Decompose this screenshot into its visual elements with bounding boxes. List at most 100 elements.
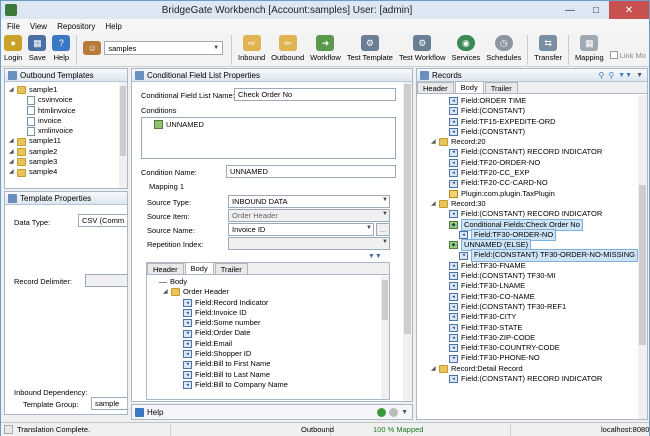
conditions-list[interactable]: UNNAMED [141, 117, 396, 159]
test-template-button[interactable]: ⚙ Test Template [344, 33, 396, 67]
tree-node[interactable]: htmlinvoice [9, 106, 127, 116]
tree-node[interactable]: ◂ Field:TF30-CO-NAME [421, 292, 647, 302]
tree-node[interactable]: ◂ Field:ORDER TIME [421, 96, 647, 106]
zoom-icon[interactable]: ⚲ [608, 71, 614, 80]
tab-header[interactable]: Header [147, 263, 184, 274]
tree-node[interactable]: Plugin:com.plugin.TaxPlugin [421, 189, 647, 199]
expand-toggle-icon[interactable]: ◢ [163, 287, 169, 297]
tree-node[interactable]: ◂ Field:TF30-FNAME [421, 261, 647, 271]
tree-node[interactable]: ◢ sample1 [9, 85, 127, 95]
tree-node[interactable]: ◂ Field:Some number [151, 318, 389, 328]
forward-icon[interactable] [389, 407, 399, 417]
tree-node[interactable]: ◢ Record:20 [421, 137, 647, 147]
menu-repository[interactable]: Repository [57, 22, 95, 31]
tree-node[interactable]: ◂ Field:Record Indicator [151, 298, 389, 308]
tree-node[interactable]: ◂ Field:Bill to First Name [151, 359, 389, 369]
tab-trailer[interactable]: Trailer [214, 263, 248, 274]
tree-node[interactable]: xmlinvoice [9, 126, 127, 136]
source-name-browse-button[interactable]: … [376, 223, 390, 236]
tree-node[interactable]: ◂ Field:Shopper ID [151, 349, 389, 359]
tree-node[interactable]: ◂ Field:(CONSTANT) TF30-REF1 [421, 302, 647, 312]
source-name-select[interactable]: Invoice ID ▼ [228, 223, 374, 236]
tree-node[interactable]: ◂ Field:TF30-STATE [421, 323, 647, 333]
expand-toggle-icon[interactable]: ◢ [431, 199, 437, 209]
tree-node[interactable]: csvinvoice [9, 95, 127, 105]
scrollbar[interactable] [403, 82, 412, 401]
tree-node[interactable]: ◂ Field:Order Date [151, 328, 389, 338]
tree-node[interactable]: ◢ Record:Detail Record [421, 364, 647, 374]
link-mode-checkbox[interactable]: Link Mo [607, 33, 649, 67]
tree-node[interactable]: ◢ Order Header [151, 287, 389, 297]
scrollbar[interactable] [119, 82, 127, 188]
cfl-name-input[interactable]: Check Order No [234, 88, 396, 101]
source-item-select[interactable]: Order Header ▼ [228, 209, 390, 222]
save-button[interactable]: ▦ Save [25, 33, 49, 67]
close-button[interactable]: ✕ [609, 1, 649, 19]
expand-all-icon[interactable]: ▼▼ [618, 72, 632, 79]
tree-node[interactable]: ◂ Field:TF20-CC-CARD-NO [421, 178, 647, 188]
back-icon[interactable] [377, 407, 387, 417]
menu-file[interactable]: File [7, 22, 20, 31]
condition-name-input[interactable]: UNNAMED [226, 165, 396, 178]
tree-node[interactable]: ◂ Field:(CONSTANT) [421, 127, 647, 137]
schedules-button[interactable]: ◷ Schedules [483, 33, 524, 67]
condition-item[interactable]: UNNAMED [154, 120, 204, 129]
tree-node[interactable]: ◂ Field:Bill to Last Name [151, 370, 389, 380]
tab-body[interactable]: Body [184, 262, 214, 274]
source-type-select[interactable]: INBOUND DATA ▼ [228, 195, 390, 208]
transfer-button[interactable]: ⇆ Transfer [531, 33, 565, 67]
tree-node[interactable]: ◂ Field:TF30-ZIP-CODE [421, 333, 647, 343]
menu-view[interactable]: View [30, 22, 47, 31]
dropdown-icon[interactable]: ▼ [636, 72, 643, 79]
tree-node[interactable]: ◂ Field:TF30-CITY [421, 312, 647, 322]
tree-node[interactable]: ◂ Field:TF30-COUNTRY-CODE [421, 343, 647, 353]
tree-node[interactable]: ◂ Field:(CONSTANT) TF30-MI [421, 271, 647, 281]
maximize-button[interactable]: □ [583, 1, 609, 19]
login-button[interactable]: ● Login [1, 33, 25, 67]
outbound-button[interactable]: ⇦ Outbound [268, 33, 307, 67]
scrollbar[interactable] [381, 276, 389, 399]
mapping-button[interactable]: ▦ Mapping [572, 33, 607, 67]
tree-node[interactable]: ◂ Field:(CONSTANT) RECORD INDICATOR [421, 147, 647, 157]
tree-node[interactable]: ◢ sample3 [9, 157, 127, 167]
tree-node[interactable]: ◢ sample2 [9, 147, 127, 157]
workflow-button[interactable]: ➜ Workflow [307, 33, 344, 67]
tree-node[interactable]: ◂ Field:Bill to Company Name [151, 380, 389, 390]
expand-toggle-icon[interactable]: ◢ [9, 85, 15, 95]
tree-node[interactable]: ◂ Field:(CONSTANT) TF30-ORDER-NO-MISSING [421, 249, 647, 262]
tree-node[interactable]: ◢ sample11 [9, 136, 127, 146]
tab-body[interactable]: Body [454, 81, 484, 93]
expand-toggle-icon[interactable]: ◢ [9, 147, 15, 157]
menu-icon[interactable]: ▼ [401, 409, 408, 416]
inbound-button[interactable]: ⇨ Inbound [235, 33, 268, 67]
tab-header[interactable]: Header [417, 82, 454, 93]
scrollbar-thumb[interactable] [382, 280, 388, 320]
record-delimiter-input[interactable] [85, 274, 127, 287]
expand-toggle-icon[interactable]: ◢ [9, 157, 15, 167]
tab-trailer[interactable]: Trailer [484, 82, 518, 93]
expand-toggle-icon[interactable]: ◢ [431, 364, 437, 374]
tree-node[interactable]: ◂ Field:TF20-CC_EXP [421, 168, 647, 178]
tree-node[interactable]: ◂ Field:TF30-PHONE-NO [421, 353, 647, 363]
tree-node[interactable]: ◢ sample4 [9, 167, 127, 177]
tree-node[interactable]: ◂ Field:(CONSTANT) RECORD INDICATOR [421, 374, 647, 384]
tree-node[interactable]: invoice [9, 116, 127, 126]
expand-toggle-icon[interactable]: ◢ [9, 167, 15, 177]
tree-node[interactable]: Body [151, 277, 389, 287]
test-workflow-button[interactable]: ⚙ Test Workflow [396, 33, 449, 67]
scrollbar-thumb[interactable] [120, 86, 126, 156]
services-button[interactable]: ◉ Services [449, 33, 484, 67]
expand-toggle-icon[interactable]: ◢ [9, 136, 15, 146]
tree-node[interactable]: ◢ Record:30 [421, 199, 647, 209]
help-button[interactable]: ? Help [49, 33, 73, 67]
search-icon[interactable]: ⚲ [598, 71, 604, 80]
minimize-button[interactable]: — [557, 1, 583, 19]
tree-node[interactable]: ◂ Field:(CONSTANT) [421, 106, 647, 116]
menu-help[interactable]: Help [105, 22, 121, 31]
data-type-select[interactable]: CSV (Comm [78, 214, 127, 227]
scrollbar-thumb[interactable] [404, 84, 411, 334]
scrollbar[interactable] [638, 95, 647, 419]
collapse-arrows-icon[interactable]: ▼▼ [368, 253, 382, 260]
tree-node[interactable]: ◂ Field:TF15-EXPEDITE-ORD [421, 117, 647, 127]
account-select[interactable]: samples ▼ [104, 41, 224, 55]
